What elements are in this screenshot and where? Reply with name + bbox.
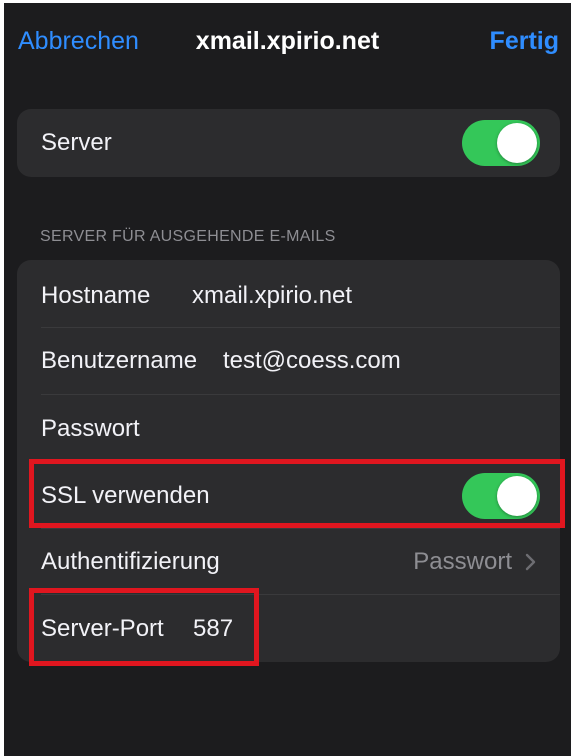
- authentication-value: Passwort: [413, 548, 512, 575]
- server-group: Server: [17, 109, 560, 177]
- navigation-bar: Abbrechen xmail.xpirio.net Fertig: [4, 3, 571, 79]
- server-row: Server: [17, 110, 560, 176]
- outgoing-server-group: Hostname xmail.xpirio.net Benutzername t…: [17, 260, 560, 662]
- server-port-field[interactable]: 587: [193, 596, 233, 662]
- authentication-label: Authentifizierung: [41, 548, 220, 575]
- outgoing-section-header: SERVER FÜR AUSGEHENDE E-MAILS: [40, 228, 336, 245]
- toggle-knob: [497, 123, 537, 163]
- password-label: Passwort: [41, 415, 140, 442]
- chevron-right-icon: [525, 553, 536, 571]
- server-port-row[interactable]: Server-Port 587: [17, 596, 560, 662]
- toggle-knob: [497, 476, 537, 516]
- hostname-row[interactable]: Hostname xmail.xpirio.net: [17, 263, 560, 329]
- hostname-field[interactable]: xmail.xpirio.net: [192, 263, 352, 329]
- page-title: xmail.xpirio.net: [195, 27, 380, 55]
- username-row[interactable]: Benutzername test@coess.com: [17, 328, 560, 394]
- password-row[interactable]: Passwort: [17, 396, 560, 462]
- hostname-label: Hostname: [41, 282, 151, 309]
- authentication-row[interactable]: Authentifizierung Passwort: [17, 529, 560, 595]
- done-button[interactable]: Fertig: [490, 27, 559, 56]
- username-label: Benutzername: [41, 347, 198, 374]
- server-toggle[interactable]: [462, 120, 540, 166]
- ssl-label: SSL verwenden: [41, 482, 210, 509]
- row-divider: [41, 594, 560, 595]
- mail-server-settings-screen: Abbrechen xmail.xpirio.net Fertig Server…: [4, 3, 571, 756]
- server-label: Server: [41, 129, 112, 156]
- row-divider: [41, 394, 560, 395]
- server-port-label: Server-Port: [41, 615, 164, 642]
- ssl-toggle[interactable]: [462, 473, 540, 519]
- username-field[interactable]: test@coess.com: [223, 328, 401, 394]
- row-divider: [41, 461, 560, 462]
- ssl-row: SSL verwenden: [17, 463, 560, 529]
